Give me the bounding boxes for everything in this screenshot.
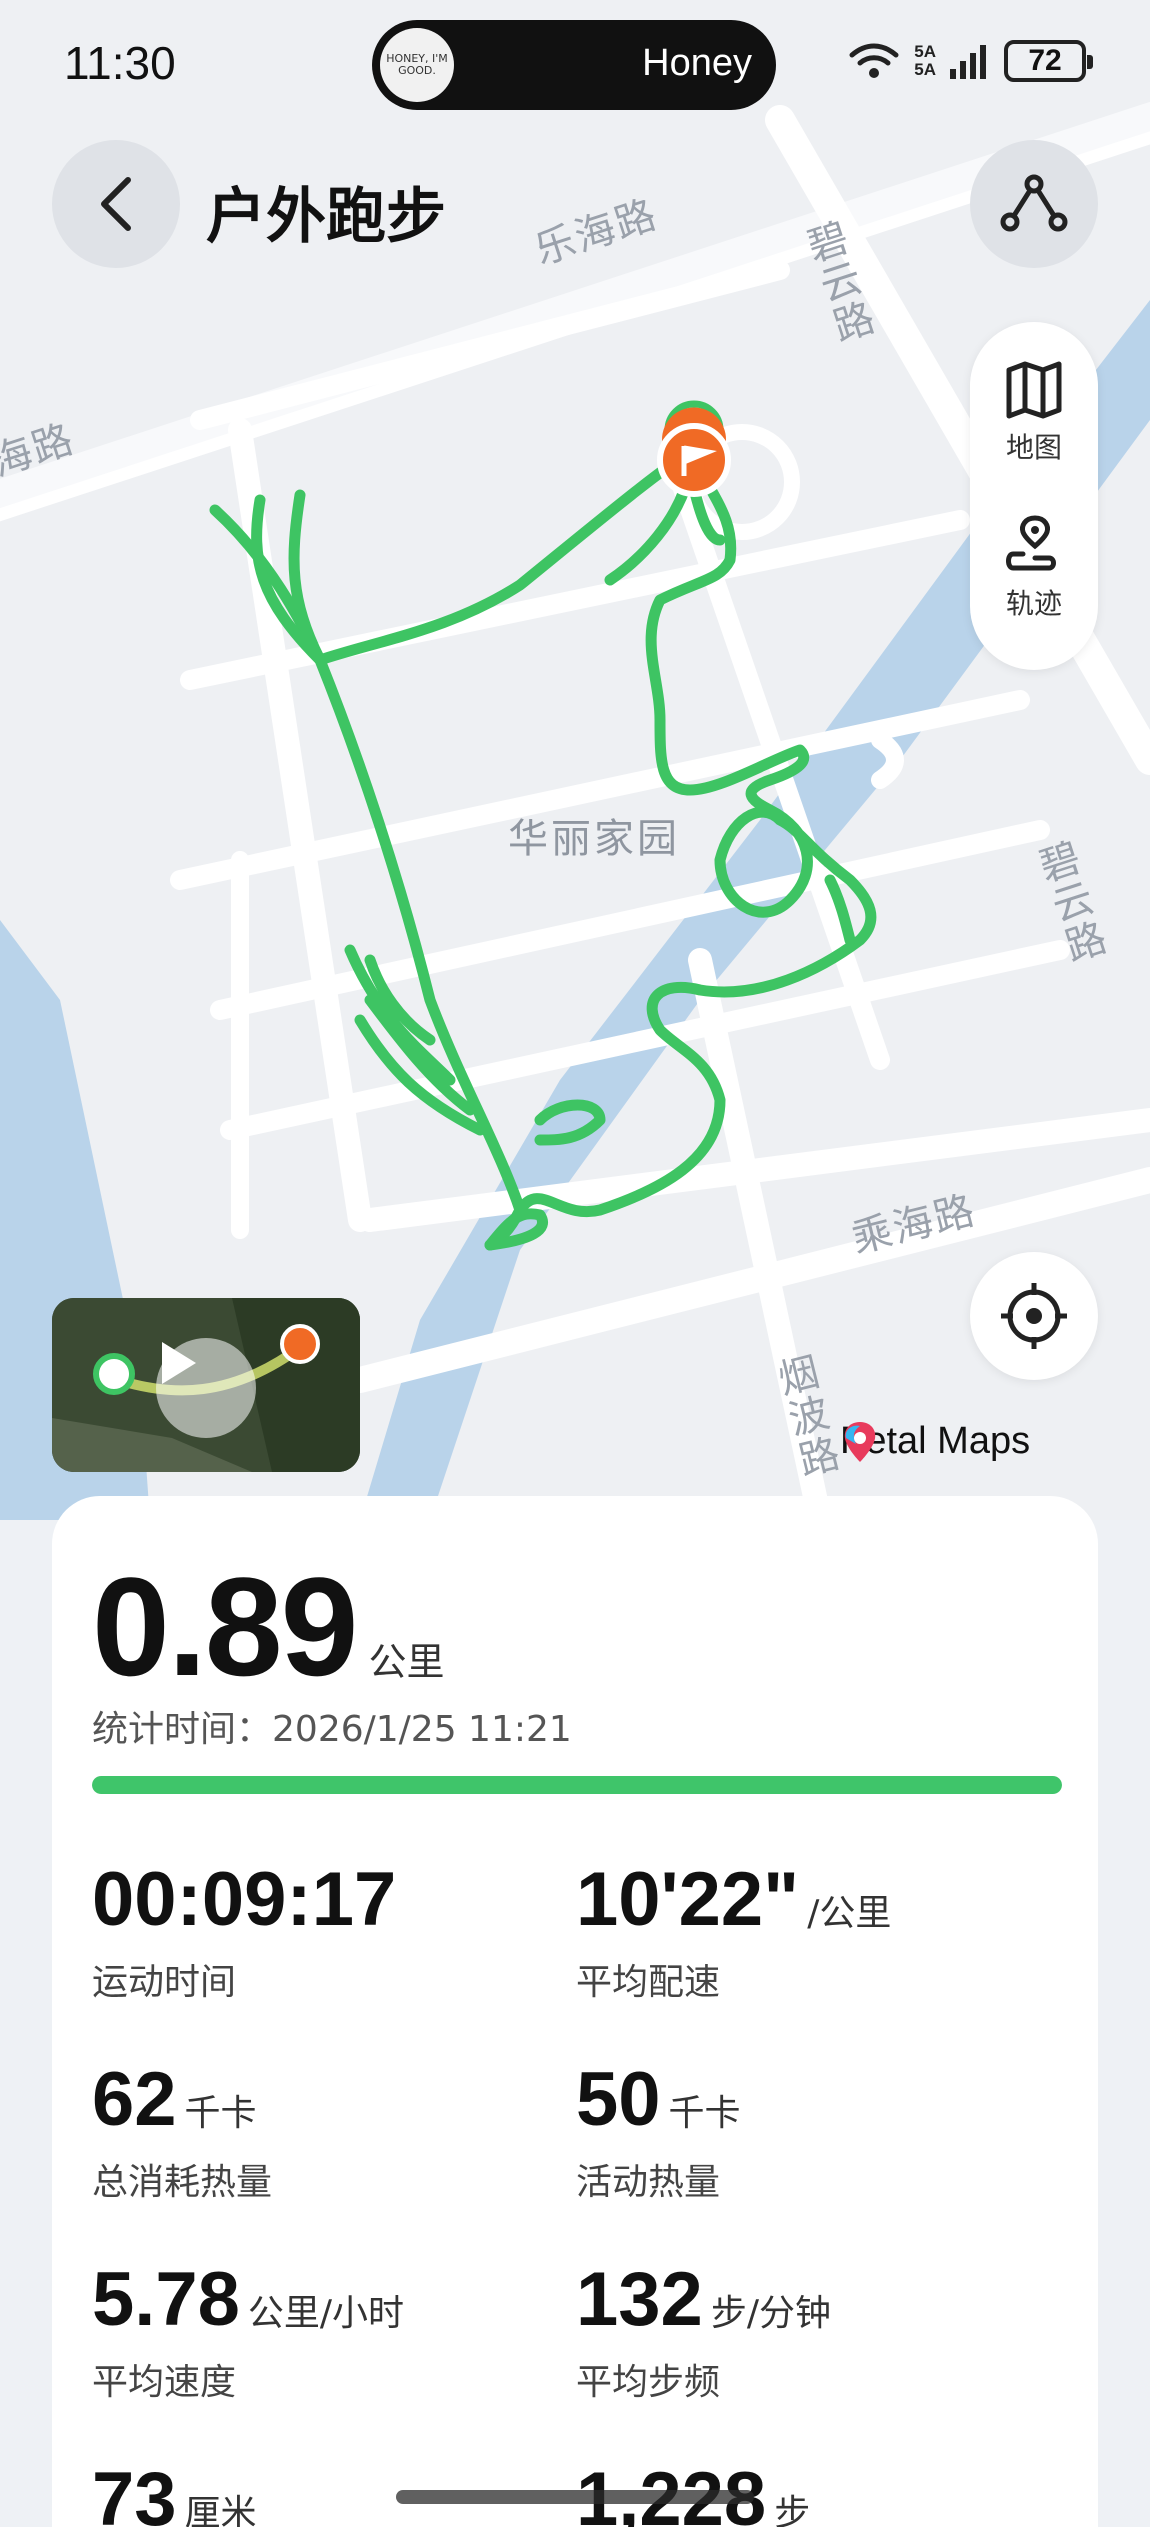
- end-marker: [657, 407, 731, 497]
- metric-label: 活动热量: [576, 2162, 721, 2203]
- metric-active-calories: 50 千卡 活动热量: [576, 2056, 741, 2205]
- metric-value: 00:09:17: [92, 1857, 397, 1942]
- distance-row: 0.89 公里: [92, 1546, 445, 1708]
- route-share-button[interactable]: [970, 140, 1098, 268]
- battery-indicator: 72: [1004, 40, 1093, 82]
- metric-value: 73: [92, 2457, 177, 2527]
- metric-label: 总消耗热量: [92, 2162, 273, 2203]
- crosshair-icon: [1001, 1283, 1067, 1349]
- metric-pace: 10'22"/公里 平均配速: [576, 1856, 891, 2005]
- petal-maps-attribution: Petal Maps: [840, 1420, 1031, 1462]
- metric-value: 5.78: [92, 2257, 240, 2342]
- metric-label: 平均速度: [92, 2362, 237, 2403]
- metric-label: 运动时间: [92, 1962, 237, 2003]
- locate-button[interactable]: [970, 1252, 1098, 1380]
- route-share-icon: [1000, 174, 1068, 232]
- petal-maps-icon: [844, 1422, 876, 1462]
- metric-label: 平均配速: [576, 1962, 721, 2003]
- progress-fill: [92, 1776, 1062, 1794]
- metric-unit: 千卡: [184, 2093, 257, 2134]
- stat-time: 统计时间：2026/1/25 11:21: [92, 1709, 572, 1750]
- metric-unit: /公里: [807, 1893, 892, 1934]
- album-art: HONEY, I'M GOOD.: [380, 28, 454, 102]
- map-layer-panel: 地图 轨迹: [970, 322, 1098, 670]
- metric-unit: 公里/小时: [247, 2293, 405, 2334]
- metric-value: 10'22": [576, 1857, 800, 1942]
- signal-icon: [950, 45, 986, 79]
- metric-unit: 步: [774, 2493, 811, 2527]
- metric-value: 50: [576, 2057, 661, 2142]
- track-layer-button[interactable]: 轨迹: [970, 514, 1098, 622]
- page-title: 户外跑步: [206, 182, 446, 252]
- metric-value: 62: [92, 2057, 177, 2142]
- metric-unit: 厘米: [184, 2493, 257, 2527]
- map-icon: [1006, 361, 1062, 419]
- status-time: 11:30: [64, 37, 176, 89]
- wifi-icon: [849, 43, 899, 78]
- chevron-left-icon: [101, 177, 131, 231]
- summary-card: 0.89 公里 统计时间：2026/1/25 11:21 00:09:17 运动…: [52, 1496, 1098, 2527]
- distance-unit: 公里: [368, 1640, 445, 1684]
- metric-label: 平均步频: [576, 2362, 721, 2403]
- area-label: 华丽家园: [508, 816, 680, 862]
- metric-avg-speed: 5.78 公里/小时 平均速度: [92, 2256, 404, 2405]
- play-icon[interactable]: [156, 1338, 256, 1438]
- home-indicator[interactable]: [396, 2490, 754, 2504]
- metric-stride: 73 厘米: [92, 2456, 257, 2527]
- status-icons: 5A 5A 72: [848, 40, 1093, 82]
- replay-video-thumbnail[interactable]: [52, 1298, 360, 1472]
- metric-duration: 00:09:17 运动时间: [92, 1856, 404, 2005]
- now-playing-title: Honey: [642, 42, 752, 84]
- distance-value: 0.89: [92, 1548, 358, 1705]
- network-type: 5A 5A: [914, 42, 936, 79]
- map-layer-button[interactable]: 地图: [970, 360, 1098, 466]
- track-icon: [1006, 515, 1056, 571]
- metric-total-calories: 62 千卡 总消耗热量: [92, 2056, 272, 2205]
- back-button[interactable]: [52, 140, 180, 268]
- metric-unit: 千卡: [668, 2093, 741, 2134]
- metric-cadence: 132 步/分钟 平均步频: [576, 2256, 831, 2405]
- now-playing-island[interactable]: HONEY, I'M GOOD. Honey: [372, 20, 776, 110]
- metric-unit: 步/分钟: [710, 2293, 831, 2334]
- metric-value: 132: [576, 2257, 703, 2342]
- progress-bar: [92, 1776, 1062, 1794]
